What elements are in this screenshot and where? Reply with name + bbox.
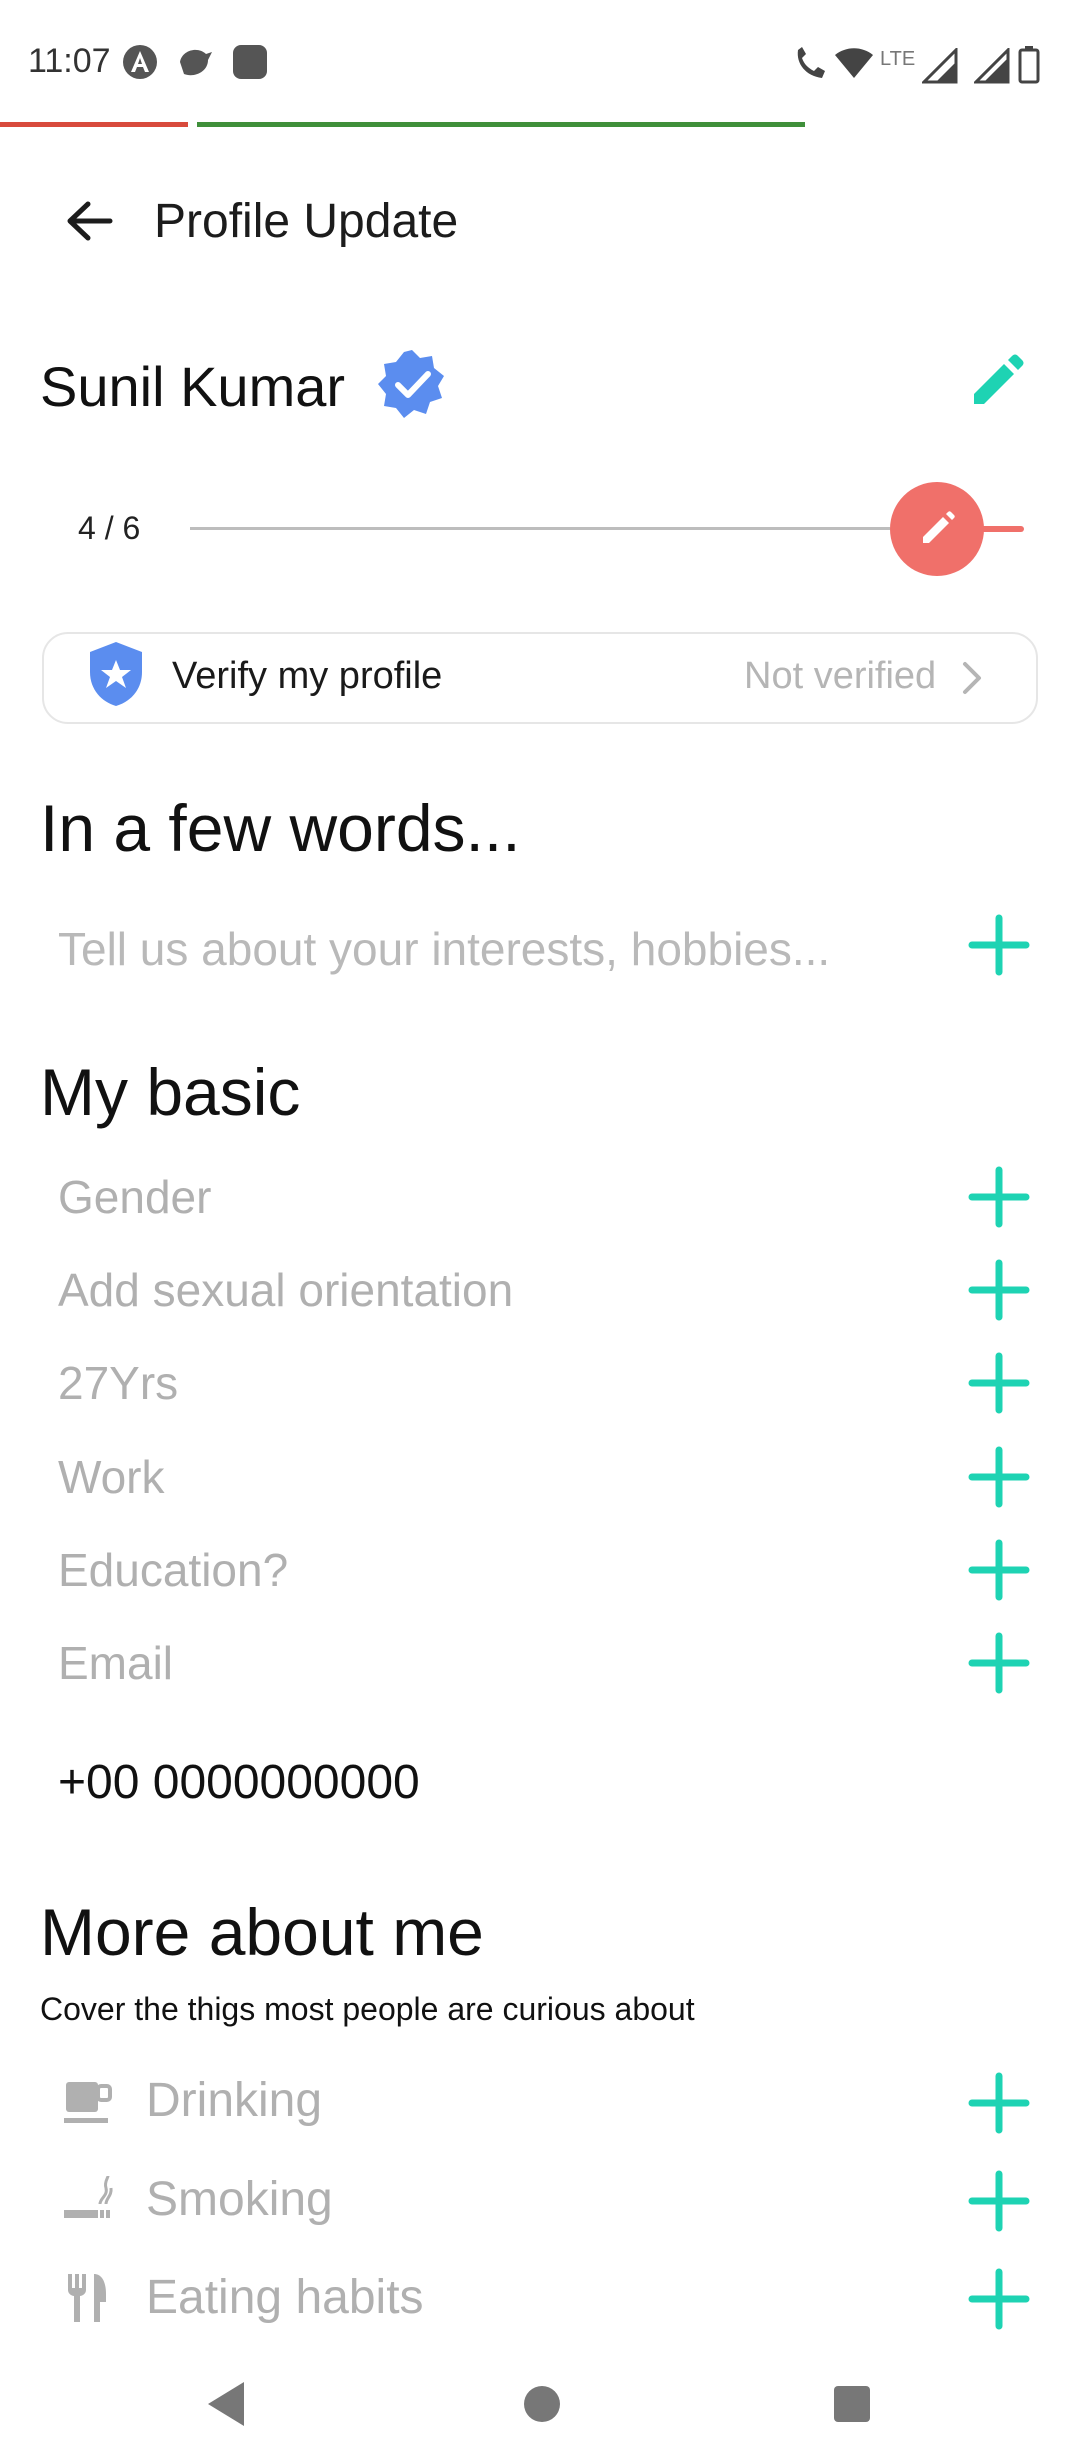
signal-icon-2	[974, 48, 1010, 84]
chevron-right-icon	[963, 662, 981, 694]
edit-name-icon[interactable]	[968, 354, 1024, 410]
back-arrow-icon[interactable]	[64, 198, 114, 244]
add-education-icon[interactable]	[966, 1537, 1032, 1603]
education-field[interactable]: Education?	[58, 1543, 288, 1597]
profile-name: Sunil Kumar	[40, 355, 346, 418]
age-field[interactable]: 27Yrs	[58, 1356, 178, 1410]
add-gender-icon[interactable]	[966, 1164, 1032, 1230]
status-time: 11:07	[28, 42, 111, 80]
add-drinking-icon[interactable]	[966, 2070, 1032, 2136]
orientation-field[interactable]: Add sexual orientation	[58, 1263, 513, 1317]
battery-icon	[1018, 46, 1040, 84]
shield-star-icon	[90, 642, 142, 706]
eating-habits-field[interactable]: Eating habits	[146, 2270, 424, 2325]
basic-heading: My basic	[40, 1055, 301, 1129]
more-subtitle: Cover the thigs most people are curious …	[40, 1991, 695, 2027]
verify-profile-label: Verify my profile	[172, 655, 443, 697]
about-heading: In a few words...	[40, 791, 521, 865]
nav-home-icon[interactable]	[522, 2380, 562, 2428]
add-email-icon[interactable]	[966, 1630, 1032, 1696]
add-orientation-icon[interactable]	[966, 1257, 1032, 1323]
nav-recents-icon[interactable]	[832, 2380, 872, 2428]
verify-status: Not verified	[744, 655, 937, 697]
app-status-icon	[233, 45, 267, 79]
gender-field[interactable]: Gender	[58, 1170, 211, 1224]
add-work-icon[interactable]	[966, 1444, 1032, 1510]
add-smoking-icon[interactable]	[966, 2168, 1032, 2234]
progress-track	[190, 527, 890, 530]
accessibility-status-icon	[123, 45, 157, 79]
work-field[interactable]: Work	[58, 1450, 165, 1504]
page-title: Profile Update	[154, 195, 459, 248]
add-eating-habits-icon[interactable]	[966, 2266, 1032, 2332]
progress-track-end	[980, 526, 1024, 532]
nav-back-icon[interactable]	[206, 2380, 246, 2428]
wifi-call-icon	[797, 47, 825, 78]
coffee-cup-icon	[64, 2082, 112, 2123]
email-field[interactable]: Email	[58, 1636, 173, 1690]
progress-edit-button[interactable]	[890, 482, 984, 576]
bird-status-icon	[180, 49, 212, 76]
restaurant-icon	[68, 2274, 106, 2322]
profile-progress-text: 4 / 6	[78, 510, 141, 546]
phone-number: +00 0000000000	[58, 1756, 420, 1809]
smoking-field[interactable]: Smoking	[146, 2172, 333, 2227]
network-type: LTE	[880, 48, 916, 70]
top-progress-red	[0, 122, 188, 127]
pencil-icon	[923, 511, 955, 543]
add-age-icon[interactable]	[966, 1350, 1032, 1416]
drinking-field[interactable]: Drinking	[146, 2073, 322, 2128]
about-input[interactable]: Tell us about your interests, hobbies...	[58, 922, 830, 976]
verified-badge-icon	[378, 350, 444, 418]
more-heading: More about me	[40, 1895, 484, 1969]
smoking-icon	[64, 2175, 113, 2218]
wifi-icon	[835, 48, 873, 78]
top-progress-green	[197, 122, 805, 127]
signal-icon	[922, 48, 958, 84]
add-about-icon[interactable]	[966, 912, 1032, 978]
